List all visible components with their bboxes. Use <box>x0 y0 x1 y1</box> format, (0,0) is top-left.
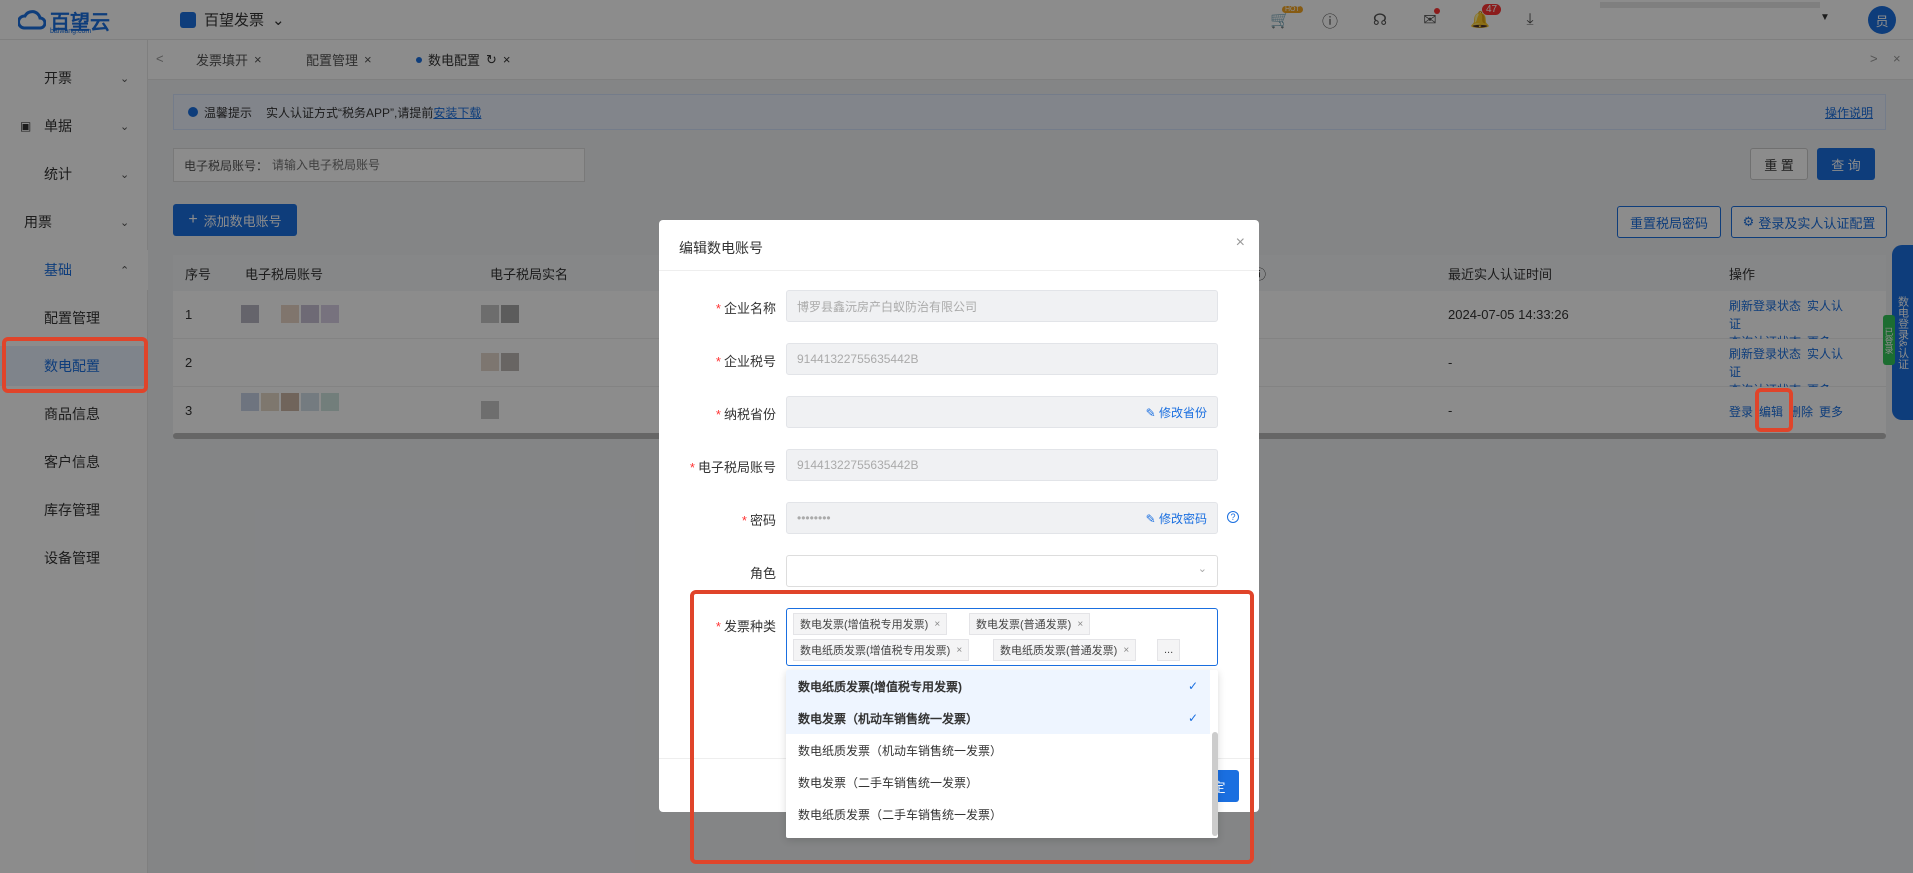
tag-label: 数电发票(增值税专用发票) <box>800 619 929 631</box>
field-label-text: 企业税号 <box>723 354 776 369</box>
option-label: 数电纸质发票(增值税专用发票) <box>798 679 962 694</box>
field-label-text: 发票种类 <box>723 619 776 634</box>
password-mask: •••••••• <box>797 511 831 525</box>
edit-password-label: 修改密码 <box>1158 511 1207 526</box>
invoice-types-multiselect[interactable]: 数电发票(增值税专用发票) × 数电发票(普通发票) × 数电纸质发票(增值税专用发… <box>786 608 1218 666</box>
edit-icon: ✎ <box>1145 405 1159 420</box>
field-company-name: * 企业名称 博罗县鑫沅房产白蚁防治有限公司 <box>659 290 1259 324</box>
selected-tag: 数电发票(增值税专用发票) × <box>793 613 948 635</box>
province-input: ✎ 修改省份 <box>786 396 1218 428</box>
required-mark: * <box>741 513 747 528</box>
field-label: * 纳税省份 <box>659 404 776 423</box>
close-icon[interactable]: × <box>956 645 962 656</box>
edit-password-link[interactable]: ✎ 修改密码 <box>1146 510 1207 527</box>
modal-divider <box>659 270 1259 271</box>
field-label-text: 电子税局账号 <box>697 460 776 475</box>
modal-title: 编辑数电账号 <box>679 240 763 256</box>
help-icon[interactable]: ? <box>1227 511 1239 523</box>
field-label: 角色 <box>659 563 776 582</box>
check-icon: ✓ <box>1187 711 1198 725</box>
field-label: * 电子税局账号 <box>659 457 776 476</box>
field-label: * 企业名称 <box>659 298 776 317</box>
dropdown-option[interactable]: 数电纸质发票（二手车销售统一发票） <box>786 798 1210 830</box>
required-mark: * <box>715 407 721 422</box>
edit-icon: ✎ <box>1145 511 1159 526</box>
required-mark: * <box>689 460 695 475</box>
edit-province-link[interactable]: ✎ 修改省份 <box>1146 404 1207 421</box>
account-input: 91441322755635442B <box>786 449 1218 481</box>
close-icon[interactable]: × <box>934 619 940 630</box>
field-label-text: 角色 <box>749 566 776 581</box>
dropdown-option[interactable]: 数电发票（机动车销售统一发票） ✓ <box>786 702 1210 734</box>
field-invoice-types: * 发票种类 数电发票(增值税专用发票) × 数电发票(普通发票) × 数电纸质发票(… <box>659 608 1259 668</box>
selected-tag: 数电纸质发票(普通发票) × <box>993 639 1137 661</box>
field-label: * 发票种类 <box>659 616 776 635</box>
field-label: * 企业税号 <box>659 351 776 370</box>
field-label: * 密码 <box>659 510 776 529</box>
company-name-input: 博罗县鑫沅房产白蚁防治有限公司 <box>786 290 1218 322</box>
tag-label: 数电发票(普通发票) <box>976 619 1072 631</box>
dropdown-option[interactable]: 数电发票（二手车销售统一发票） <box>786 766 1210 798</box>
selected-tag: 数电发票(普通发票) × <box>969 613 1091 635</box>
tag-label: 数电纸质发票(普通发票) <box>1000 645 1118 657</box>
tax-no-input: 91441322755635442B <box>786 343 1218 375</box>
role-select[interactable]: ⌄ <box>786 555 1218 587</box>
close-icon[interactable]: × <box>1236 234 1245 252</box>
field-role: 角色 ⌄ <box>659 555 1259 589</box>
close-icon[interactable]: × <box>1123 645 1129 656</box>
invoice-types-dropdown: 数电纸质发票(增值税专用发票) ✓ 数电发票（机动车销售统一发票） ✓ 数电纸质发票… <box>786 670 1218 838</box>
option-label: 数电纸质发票（二手车销售统一发票） <box>798 807 1003 822</box>
field-tax-no: * 企业税号 91441322755635442B <box>659 343 1259 377</box>
field-account: * 电子税局账号 91441322755635442B <box>659 449 1259 483</box>
chevron-down-icon: ⌄ <box>1197 563 1207 575</box>
close-icon[interactable]: × <box>1077 619 1083 630</box>
field-province: * 纳税省份 ✎ 修改省份 <box>659 396 1259 430</box>
field-label-text: 企业名称 <box>723 301 776 316</box>
edit-province-label: 修改省份 <box>1158 405 1207 420</box>
option-label: 数电发票（机动车销售统一发票） <box>798 711 979 726</box>
field-label-text: 纳税省份 <box>723 407 776 422</box>
required-mark: * <box>715 354 721 369</box>
field-password: * 密码 •••••••• ✎ 修改密码 ? <box>659 502 1259 536</box>
option-label: 数电发票（二手车销售统一发票） <box>798 775 979 790</box>
dropdown-option[interactable]: 数电纸质发票（机动车销售统一发票） <box>786 734 1210 766</box>
required-mark: * <box>715 619 721 634</box>
tag-label: 数电纸质发票(增值税专用发票) <box>800 645 951 657</box>
password-input: •••••••• ✎ 修改密码 <box>786 502 1218 534</box>
option-label: 数电纸质发票（机动车销售统一发票） <box>798 743 1003 758</box>
dropdown-option[interactable]: 数电纸质发票(增值税专用发票) ✓ <box>786 670 1210 702</box>
check-icon: ✓ <box>1187 679 1198 693</box>
selected-tag: 数电纸质发票(增值税专用发票) × <box>793 639 970 661</box>
more-tags[interactable]: ... <box>1157 639 1181 661</box>
required-mark: * <box>715 301 721 316</box>
field-label-text: 密码 <box>749 513 776 528</box>
dropdown-scrollbar[interactable] <box>1212 732 1218 836</box>
